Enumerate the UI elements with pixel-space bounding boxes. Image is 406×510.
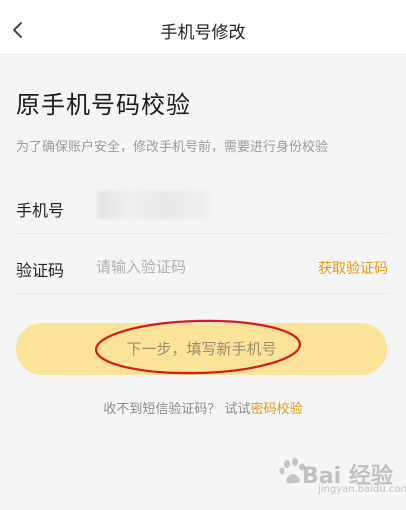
red-annotation-circle xyxy=(94,319,302,375)
get-code-button[interactable]: 获取验证码 xyxy=(318,258,388,278)
baidu-jingyan-watermark: Bai 经验 jingyan.baidu.com xyxy=(278,448,406,504)
verification-code-label: 验证码 xyxy=(16,261,65,280)
phone-label: 手机号 xyxy=(16,201,65,220)
divider xyxy=(16,293,388,294)
password-verify-link[interactable]: 密码校验 xyxy=(251,402,303,417)
watermark-url: jingyan.baidu.com xyxy=(318,484,406,495)
help-text: 收不到短信验证码？ 试试 xyxy=(103,402,251,417)
page-title: 手机号修改 xyxy=(160,23,246,43)
verification-code-input[interactable] xyxy=(96,254,296,280)
nav-bar: 手机号修改 xyxy=(0,6,406,55)
main-content: 原手机号码校验 为了确保账户安全，修改手机号前，需要进行身份校验 手机号 验证码… xyxy=(0,55,406,510)
section-subtitle: 为了确保账户安全，修改手机号前，需要进行身份校验 xyxy=(16,140,329,155)
help-row: 收不到短信验证码？ 试试密码校验 xyxy=(0,398,406,417)
section-heading: 原手机号码校验 xyxy=(16,91,191,119)
divider xyxy=(16,233,388,234)
phone-number-value-masked xyxy=(97,191,209,219)
